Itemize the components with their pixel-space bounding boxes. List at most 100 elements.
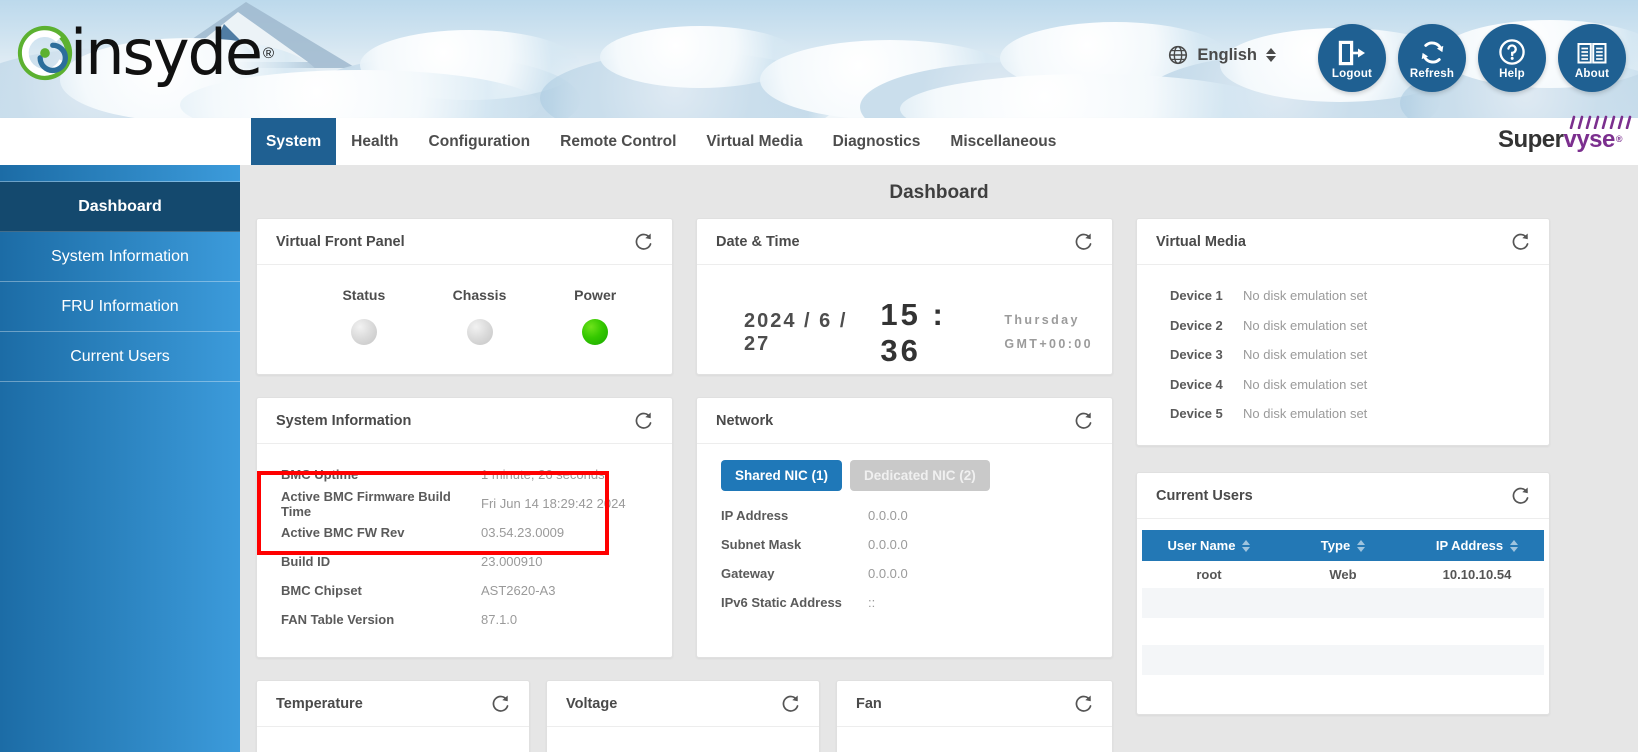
refresh-icon[interactable] [781, 694, 800, 713]
card-header: Temperature [257, 681, 529, 727]
card-header: Voltage [547, 681, 819, 727]
table-header-row: User Name Type [1142, 530, 1544, 561]
refresh-icon[interactable] [1074, 232, 1093, 251]
device-label: Device 4 [1165, 377, 1243, 392]
network-value: :: [868, 595, 875, 610]
card-header: Current Users [1137, 473, 1549, 519]
language-label: English [1197, 46, 1257, 65]
card-body: User Name Type [1137, 519, 1549, 675]
power-led-indicator [582, 319, 608, 345]
table-row-placeholder [1142, 645, 1544, 675]
page-header: insyde ® English [0, 0, 1638, 118]
info-label: Active BMC Firmware Build Time [276, 489, 481, 519]
status-led-indicator [351, 319, 377, 345]
nav-items: System Health Configuration Remote Contr… [251, 118, 1071, 165]
chassis-led-indicator [467, 319, 493, 345]
column-user-name[interactable]: User Name [1142, 530, 1276, 561]
supervyse-super-text: Super [1498, 126, 1564, 154]
about-button[interactable]: About [1558, 24, 1626, 92]
tab-miscellaneous[interactable]: Miscellaneous [935, 118, 1071, 165]
card-title: Virtual Front Panel [276, 234, 405, 250]
card-body: Status Chassis Power [257, 265, 672, 359]
tab-system[interactable]: System [251, 118, 336, 165]
card-current-users: Current Users [1136, 472, 1550, 715]
sort-icon [1510, 540, 1518, 552]
help-button[interactable]: Help [1478, 24, 1546, 92]
info-value: Fri Jun 14 18:29:42 2024 [481, 496, 626, 511]
logout-icon [1338, 36, 1366, 66]
info-value: 87.1.0 [481, 612, 517, 627]
refresh-icon[interactable] [1074, 694, 1093, 713]
column-type[interactable]: Type [1276, 530, 1410, 561]
refresh-button[interactable]: Refresh [1398, 24, 1466, 92]
refresh-icon[interactable] [1074, 411, 1093, 430]
tab-diagnostics[interactable]: Diagnostics [818, 118, 936, 165]
sidebar-item-system-information[interactable]: System Information [0, 232, 240, 282]
about-label: About [1575, 68, 1609, 80]
language-selector[interactable]: English [1168, 45, 1276, 65]
help-icon [1498, 36, 1526, 66]
card-body: Shared NIC (1) Dedicated NIC (2) IP Addr… [697, 444, 1112, 631]
info-row: FAN Table Version 87.1.0 [276, 605, 653, 634]
info-row: Active BMC Firmware Build Time Fri Jun 1… [276, 489, 653, 518]
network-row: IPv6 Static Address :: [716, 588, 1093, 617]
insyde-swirl-icon [14, 22, 76, 84]
card-header: Date & Time [697, 219, 1112, 265]
refresh-icon[interactable] [634, 232, 653, 251]
card-voltage: Voltage [546, 680, 820, 752]
globe-icon [1168, 45, 1188, 65]
card-header: Fan [837, 681, 1112, 727]
table-row-placeholder [1142, 588, 1544, 618]
refresh-label: Refresh [1410, 68, 1454, 80]
tab-dedicated-nic[interactable]: Dedicated NIC (2) [850, 460, 990, 491]
logout-label: Logout [1332, 68, 1372, 80]
sidebar-item-fru-information[interactable]: FRU Information [0, 282, 240, 332]
tab-health[interactable]: Health [336, 118, 413, 165]
network-value: 0.0.0.0 [868, 537, 908, 552]
sidebar-item-current-users[interactable]: Current Users [0, 332, 240, 382]
info-label: FAN Table Version [276, 612, 481, 627]
led-row: Status Chassis Power [276, 279, 653, 345]
device-value: No disk emulation set [1243, 318, 1367, 333]
refresh-icon[interactable] [1511, 232, 1530, 251]
refresh-icon[interactable] [634, 411, 653, 430]
info-label: BMC Chipset [276, 583, 481, 598]
tab-remote-control[interactable]: Remote Control [545, 118, 691, 165]
help-label: Help [1499, 68, 1525, 80]
device-label: Device 2 [1165, 318, 1243, 333]
column-ip-address[interactable]: IP Address [1410, 530, 1544, 561]
tab-configuration[interactable]: Configuration [414, 118, 546, 165]
card-network: Network Shared NIC (1) Dedicated NIC (2) [696, 397, 1113, 658]
led-label: Status [306, 287, 422, 303]
sidebar: Dashboard System Information FRU Informa… [0, 165, 240, 752]
info-row: Build ID 23.000910 [276, 547, 653, 576]
card-body: 2024 / 6 / 27 15 : 36 Thursday GMT+00:00 [697, 265, 1112, 383]
card-title: Fan [856, 696, 882, 712]
tab-virtual-media[interactable]: Virtual Media [691, 118, 817, 165]
sidebar-item-dashboard[interactable]: Dashboard [0, 182, 240, 232]
refresh-icon [1419, 36, 1446, 66]
info-row: BMC Uptime 1 minute, 26 seconds [276, 460, 653, 489]
cell-placeholder [1142, 645, 1276, 675]
device-value: No disk emulation set [1243, 377, 1367, 392]
card-date-time: Date & Time 2024 / 6 / 27 15 : 36 Thursd… [696, 218, 1113, 375]
refresh-icon[interactable] [491, 694, 510, 713]
cell-placeholder [1142, 588, 1276, 618]
network-label: Gateway [716, 566, 868, 581]
led-label: Power [537, 287, 653, 303]
logout-button[interactable]: Logout [1318, 24, 1386, 92]
network-value: 0.0.0.0 [868, 566, 908, 581]
chevron-updown-icon [1266, 48, 1276, 62]
card-temperature: Temperature [256, 680, 530, 752]
current-users-table: User Name Type [1142, 530, 1544, 675]
refresh-icon[interactable] [1511, 486, 1530, 505]
card-header: Virtual Front Panel [257, 219, 672, 265]
column-label: Type [1321, 538, 1350, 553]
supervyse-registered-mark: ® [1616, 134, 1622, 144]
tab-shared-nic[interactable]: Shared NIC (1) [721, 460, 842, 491]
network-row: IP Address 0.0.0.0 [716, 501, 1093, 530]
insyde-registered-mark: ® [263, 45, 274, 62]
info-value: 1 minute, 26 seconds [481, 467, 605, 482]
cell-placeholder [1410, 588, 1544, 618]
table-row-spacer [1142, 618, 1544, 645]
